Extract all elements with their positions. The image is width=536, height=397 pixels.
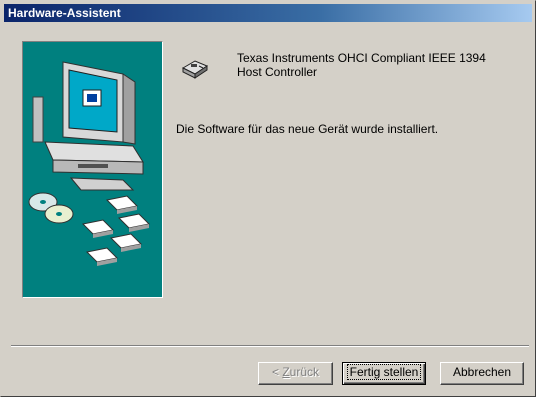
status-message: Die Software für das neue Gerät wurde in… — [176, 122, 439, 136]
finish-button[interactable]: Fertig stellen — [342, 362, 426, 385]
finish-button-label: Fertig stellen — [346, 364, 422, 380]
back-button-prefix: < — [271, 365, 283, 379]
cancel-button[interactable]: Abbrechen — [440, 362, 524, 385]
back-button-label: urück — [289, 365, 320, 379]
wizard-window: Hardware-Assistent Texas Instruments OHC… — [0, 0, 536, 397]
wizard-illustration — [22, 41, 163, 298]
host-controller-icon — [181, 60, 209, 79]
cancel-button-label: Abbrechen — [452, 365, 512, 379]
computer-illustration-icon — [28, 61, 151, 266]
separator — [11, 345, 529, 347]
back-button-accelerator: Z — [282, 365, 290, 379]
title-bar[interactable]: Hardware-Assistent — [4, 4, 532, 22]
window-title: Hardware-Assistent — [8, 6, 121, 20]
device-name: Texas Instruments OHCI Compliant IEEE 13… — [237, 51, 486, 79]
back-button[interactable]: < Zurück — [258, 362, 333, 385]
